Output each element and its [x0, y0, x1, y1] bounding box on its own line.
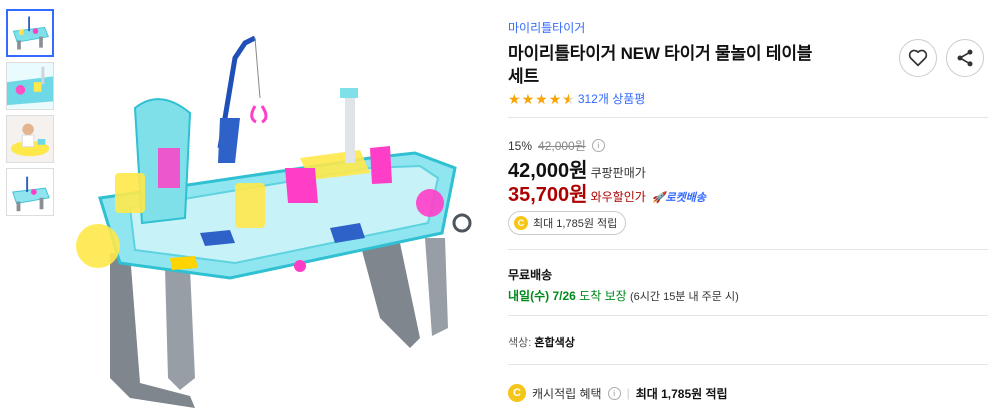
star-rating: ★ ★ ★ ★ ★ — [508, 92, 575, 106]
star-icon: ★ — [521, 90, 535, 107]
thumbnail-4[interactable] — [6, 168, 54, 216]
separator: | — [626, 386, 630, 400]
coin-icon: C — [508, 384, 526, 402]
rocket-delivery-badge: 🚀로켓배송 — [652, 189, 706, 205]
cash-reward-row: C 캐시적립 혜택 i | 최대 1,785원 적립 — [508, 384, 728, 402]
thumbnail-1[interactable] — [6, 9, 54, 57]
rating-row: ★ ★ ★ ★ ★ 312개 상품평 — [508, 90, 645, 107]
cash-reward-amount: 최대 1,785원 적립 — [635, 386, 728, 401]
option-label: 색상: — [508, 337, 532, 349]
wishlist-button[interactable] — [899, 39, 937, 77]
divider — [508, 364, 988, 365]
divider — [508, 315, 988, 316]
star-icon: ★ — [535, 90, 548, 107]
free-shipping-label: 무료배송 — [508, 268, 553, 282]
product-main-image[interactable] — [70, 18, 480, 408]
heart-icon — [908, 49, 928, 67]
thumbnail-image — [7, 116, 53, 162]
option-row: 색상: 혼합색상 — [508, 334, 575, 350]
divider — [508, 117, 988, 118]
product-title: 마이리틀타이거 NEW 타이거 물놀이 테이블 세트 — [508, 42, 888, 88]
thumbnail-image — [7, 169, 53, 215]
brand-link[interactable]: 마이리틀타이거 — [508, 19, 585, 36]
delivery-guarantee: 도착 보장 — [579, 289, 627, 303]
share-icon — [957, 49, 973, 67]
reward-chip: C 최대 1,785원 적립 — [508, 211, 627, 235]
wow-price-row: 35,700원 와우할인가 🚀로켓배송 — [508, 178, 706, 207]
thumbnail-2[interactable] — [6, 62, 54, 110]
star-icon: ★ — [508, 90, 521, 107]
delivery-date: 내일(수) 7/26 — [508, 289, 576, 303]
wow-price: 35,700원 — [508, 184, 588, 206]
star-half-icon: ★ — [562, 92, 575, 106]
star-icon: ★ — [548, 90, 562, 107]
product-title-line-1: 마이리틀타이거 NEW 타이거 물놀이 테이블 — [508, 44, 813, 63]
original-price: 42,000원 — [538, 139, 586, 153]
info-icon[interactable]: i — [591, 139, 605, 152]
delivery-condition: (6시간 15분 내 주문 시) — [630, 291, 739, 303]
review-count-link[interactable]: 312개 상품평 — [578, 90, 646, 107]
thumbnail-image — [8, 11, 52, 55]
info-icon[interactable]: i — [607, 386, 621, 400]
cash-reward-label: 캐시적립 혜택 — [532, 386, 602, 401]
water-play-table-illustration — [76, 35, 472, 408]
rocket-icon: 🚀 — [651, 192, 666, 204]
divider — [508, 249, 988, 250]
thumbnail-list — [6, 9, 58, 221]
product-title-line-2: 세트 — [508, 67, 539, 86]
product-info-panel: 마이리틀타이거 마이리틀타이거 NEW 타이거 물놀이 테이블 세트 ★ ★ ★… — [508, 0, 988, 413]
thumbnail-3[interactable] — [6, 115, 54, 163]
coin-icon: C — [514, 216, 528, 230]
thumbnail-image — [7, 63, 53, 109]
rocket-label: 로켓배송 — [665, 192, 706, 204]
wow-price-label: 와우할인가 — [590, 190, 646, 204]
discount-row: 15% 42,000원 i — [508, 137, 605, 154]
option-value: 혼합색상 — [534, 337, 575, 349]
delivery-date-row: 내일(수) 7/26 도착 보장 (6시간 15분 내 주문 시) — [508, 287, 739, 304]
reward-text: 최대 1,785원 적립 — [533, 218, 618, 230]
discount-rate: 15% — [508, 138, 533, 153]
share-button[interactable] — [946, 39, 984, 77]
